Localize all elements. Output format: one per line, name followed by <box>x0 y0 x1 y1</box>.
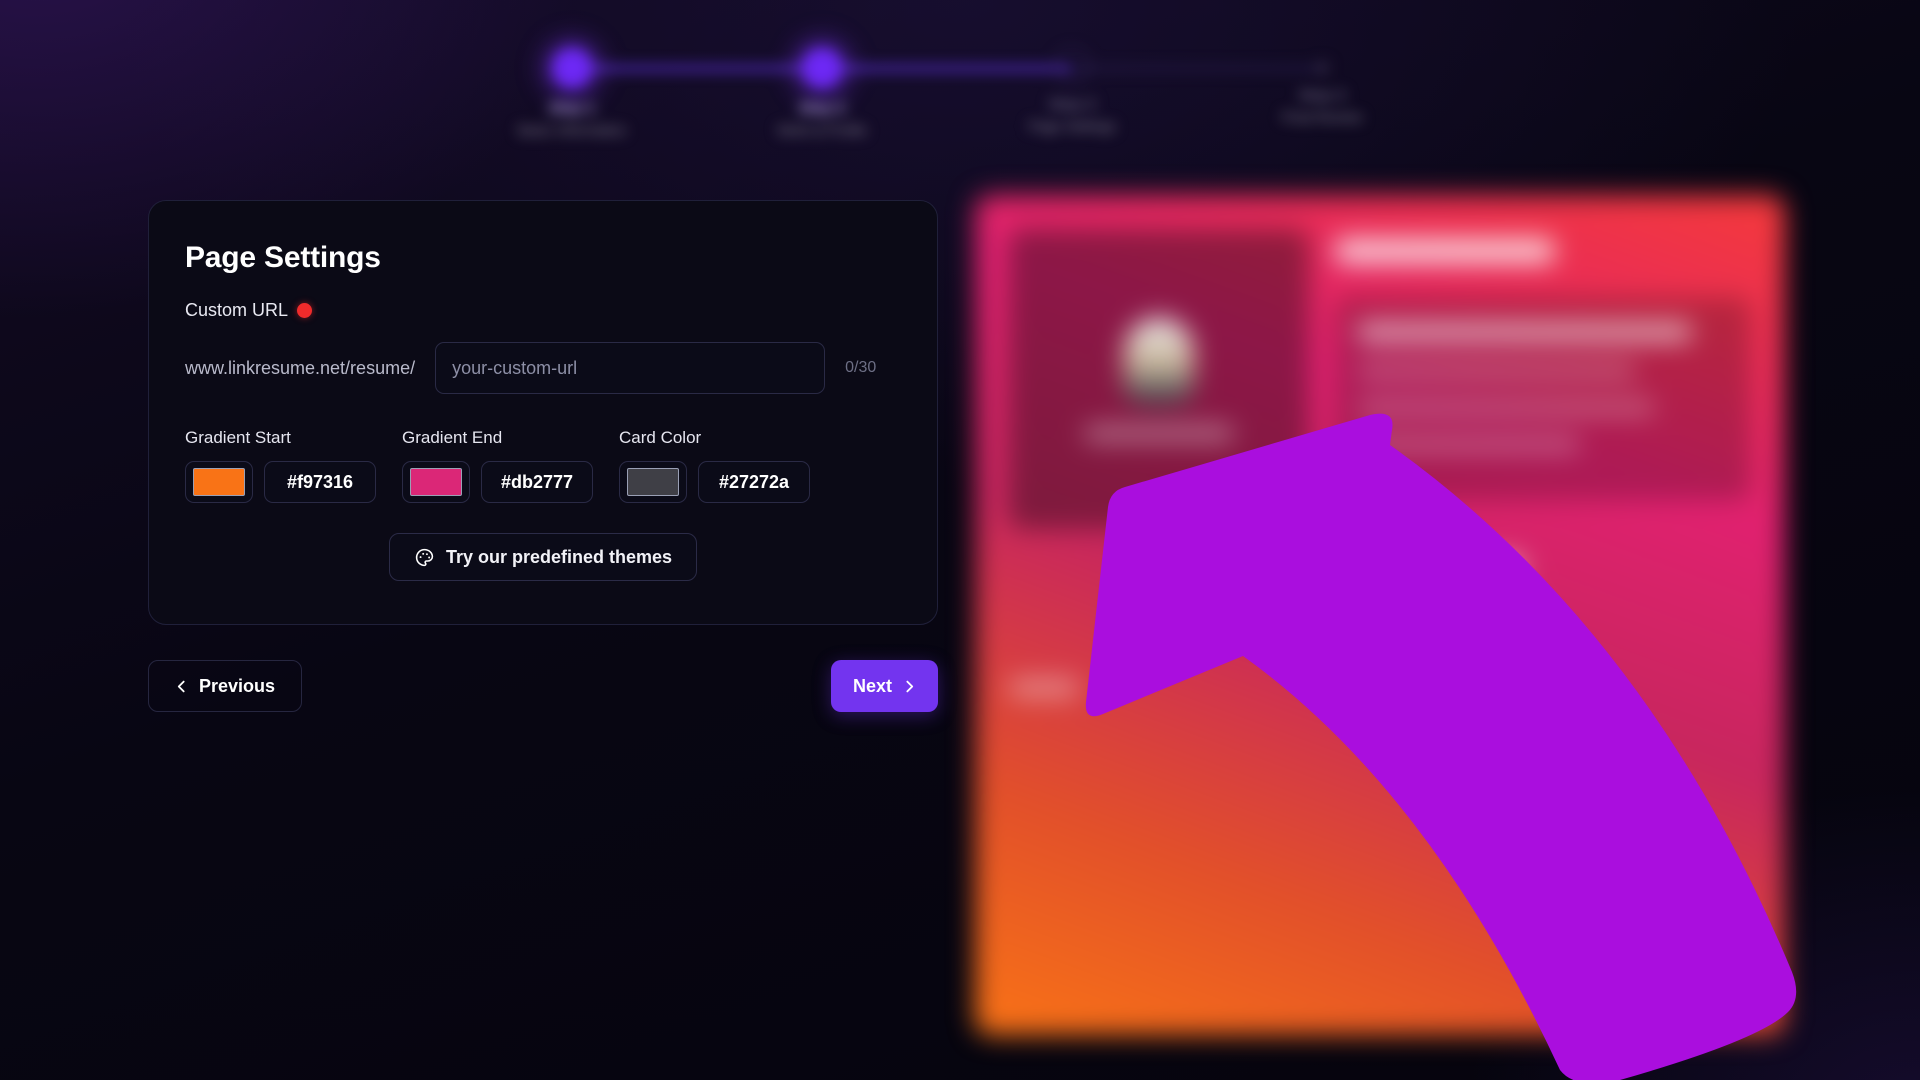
color-group-card-color: Card Color <box>619 428 810 503</box>
color-group-gradient-end: Gradient End <box>402 428 593 503</box>
custom-url-input[interactable] <box>435 342 826 394</box>
color-pickers-row: Gradient Start Gradient End Card Color <box>185 428 901 503</box>
gradient-end-hex-input[interactable] <box>481 461 593 503</box>
gradient-end-swatch-button[interactable] <box>402 461 470 503</box>
custom-url-label: Custom URL <box>185 300 289 320</box>
gradient-start-swatch <box>193 468 245 496</box>
card-color-swatch-button[interactable] <box>619 461 687 503</box>
card-color-swatch <box>627 468 679 496</box>
gradient-start-hex-input[interactable] <box>264 461 376 503</box>
predefined-themes-label: Try our predefined themes <box>445 546 673 567</box>
previous-button-label: Previous <box>199 675 276 696</box>
color-group-gradient-start: Gradient Start <box>185 428 376 503</box>
wizard-navigation: Previous Next <box>148 660 938 712</box>
char-counter: 0/30 <box>845 359 877 376</box>
gradient-end-swatch <box>410 468 462 496</box>
chevron-right-icon <box>903 680 916 693</box>
custom-url-row: www.linkresume.net/resume/ 0/30 <box>185 342 901 394</box>
page-title: Page Settings <box>185 241 381 274</box>
url-prefix: www.linkresume.net/resume/ <box>185 357 416 378</box>
gradient-start-swatch-button[interactable] <box>185 461 253 503</box>
previous-button[interactable]: Previous <box>148 660 303 712</box>
gradient-start-label: Gradient Start <box>185 428 291 447</box>
card-color-label: Card Color <box>619 428 702 447</box>
next-button[interactable]: Next <box>830 660 938 712</box>
page-settings-card: Page Settings Custom URL www.linkresume.… <box>148 200 938 625</box>
predefined-themes-button[interactable]: Try our predefined themes <box>388 533 698 581</box>
custom-url-label-row: Custom URL <box>185 300 901 321</box>
status-badge <box>297 303 313 318</box>
chevron-left-icon <box>175 680 188 693</box>
next-button-label: Next <box>852 675 892 696</box>
palette-icon <box>414 547 435 568</box>
card-color-hex-input[interactable] <box>698 461 810 503</box>
gradient-end-label: Gradient End <box>402 428 503 447</box>
